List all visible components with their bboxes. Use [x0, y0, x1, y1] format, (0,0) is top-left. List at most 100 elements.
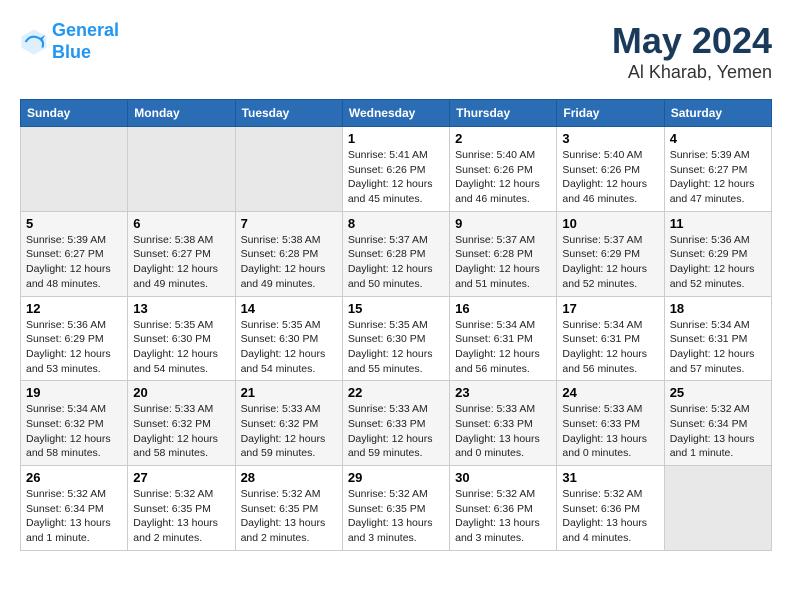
calendar-cell: 7 Sunrise: 5:38 AM Sunset: 6:28 PM Daylig…: [235, 211, 342, 296]
day-info: Sunrise: 5:34 AM Sunset: 6:32 PM Dayligh…: [26, 402, 122, 461]
calendar-cell: 23 Sunrise: 5:33 AM Sunset: 6:33 PM Dayli…: [450, 381, 557, 466]
day-number: 23: [455, 385, 551, 400]
calendar-table: SundayMondayTuesdayWednesdayThursdayFrid…: [20, 99, 772, 551]
day-number: 27: [133, 470, 229, 485]
day-info: Sunrise: 5:35 AM Sunset: 6:30 PM Dayligh…: [241, 318, 337, 377]
calendar-cell: 30Sunrise: 5:32 AM Sunset: 6:36 PM Dayli…: [450, 466, 557, 551]
day-info: Sunrise: 5:35 AM Sunset: 6:30 PM Dayligh…: [133, 318, 229, 377]
day-info: Sunrise: 5:35 AM Sunset: 6:30 PM Dayligh…: [348, 318, 444, 377]
day-info: Sunrise: 5:36 AM Sunset: 6:29 PM Dayligh…: [26, 318, 122, 377]
day-info: Sunrise: 5:33 AM Sunset: 6:33 PM Dayligh…: [348, 402, 444, 461]
calendar-cell: 31 Sunrise: 5:32 AM Sunset: 6:36 PM Dayli…: [557, 466, 664, 551]
calendar-cell: 12 Sunrise: 5:36 AM Sunset: 6:29 PM Dayli…: [21, 296, 128, 381]
day-info: Sunrise: 5:36 AM Sunset: 6:29 PM Dayligh…: [670, 233, 766, 292]
logo-text: General Blue: [52, 20, 119, 63]
weekday-header: Tuesday: [235, 100, 342, 127]
day-number: 2: [455, 131, 551, 146]
day-number: 7: [241, 216, 337, 231]
day-number: 18: [670, 301, 766, 316]
day-number: 31: [562, 470, 658, 485]
logo-icon: [20, 28, 48, 56]
calendar-week-row: 5 Sunrise: 5:39 AM Sunset: 6:27 PM Daylig…: [21, 211, 772, 296]
calendar-week-row: 19Sunrise: 5:34 AM Sunset: 6:32 PM Dayli…: [21, 381, 772, 466]
day-number: 1: [348, 131, 444, 146]
day-info: Sunrise: 5:37 AM Sunset: 6:28 PM Dayligh…: [455, 233, 551, 292]
day-number: 30: [455, 470, 551, 485]
day-number: 13: [133, 301, 229, 316]
calendar-cell: 2 Sunrise: 5:40 AM Sunset: 6:26 PM Daylig…: [450, 127, 557, 212]
day-number: 20: [133, 385, 229, 400]
day-info: Sunrise: 5:32 AM Sunset: 6:36 PM Dayligh…: [562, 487, 658, 546]
day-number: 3: [562, 131, 658, 146]
calendar-cell: 9 Sunrise: 5:37 AM Sunset: 6:28 PM Daylig…: [450, 211, 557, 296]
day-number: 29: [348, 470, 444, 485]
day-info: Sunrise: 5:33 AM Sunset: 6:32 PM Dayligh…: [241, 402, 337, 461]
calendar-cell: 10 Sunrise: 5:37 AM Sunset: 6:29 PM Dayli…: [557, 211, 664, 296]
day-number: 5: [26, 216, 122, 231]
weekday-header: Monday: [128, 100, 235, 127]
day-number: 6: [133, 216, 229, 231]
calendar-week-row: 12 Sunrise: 5:36 AM Sunset: 6:29 PM Dayli…: [21, 296, 772, 381]
day-number: 14: [241, 301, 337, 316]
calendar-week-row: 26 Sunrise: 5:32 AM Sunset: 6:34 PM Dayli…: [21, 466, 772, 551]
day-info: Sunrise: 5:33 AM Sunset: 6:32 PM Dayligh…: [133, 402, 229, 461]
calendar-cell: [664, 466, 771, 551]
day-number: 15: [348, 301, 444, 316]
day-info: Sunrise: 5:40 AM Sunset: 6:26 PM Dayligh…: [562, 148, 658, 207]
calendar-cell: 21Sunrise: 5:33 AM Sunset: 6:32 PM Dayli…: [235, 381, 342, 466]
day-info: Sunrise: 5:39 AM Sunset: 6:27 PM Dayligh…: [26, 233, 122, 292]
calendar-cell: 25 Sunrise: 5:32 AM Sunset: 6:34 PM Dayli…: [664, 381, 771, 466]
weekday-header: Wednesday: [342, 100, 449, 127]
day-info: Sunrise: 5:32 AM Sunset: 6:35 PM Dayligh…: [241, 487, 337, 546]
day-info: Sunrise: 5:37 AM Sunset: 6:28 PM Dayligh…: [348, 233, 444, 292]
weekday-header: Saturday: [664, 100, 771, 127]
day-number: 22: [348, 385, 444, 400]
day-info: Sunrise: 5:38 AM Sunset: 6:27 PM Dayligh…: [133, 233, 229, 292]
weekday-header: Thursday: [450, 100, 557, 127]
day-number: 11: [670, 216, 766, 231]
calendar-cell: [235, 127, 342, 212]
day-info: Sunrise: 5:32 AM Sunset: 6:35 PM Dayligh…: [133, 487, 229, 546]
day-info: Sunrise: 5:33 AM Sunset: 6:33 PM Dayligh…: [562, 402, 658, 461]
day-info: Sunrise: 5:33 AM Sunset: 6:33 PM Dayligh…: [455, 402, 551, 461]
page-header: General Blue May 2024 Al Kharab, Yemen: [20, 20, 772, 83]
day-info: Sunrise: 5:34 AM Sunset: 6:31 PM Dayligh…: [455, 318, 551, 377]
day-info: Sunrise: 5:34 AM Sunset: 6:31 PM Dayligh…: [670, 318, 766, 377]
weekday-header-row: SundayMondayTuesdayWednesdayThursdayFrid…: [21, 100, 772, 127]
calendar-cell: 18 Sunrise: 5:34 AM Sunset: 6:31 PM Dayli…: [664, 296, 771, 381]
day-info: Sunrise: 5:34 AM Sunset: 6:31 PM Dayligh…: [562, 318, 658, 377]
day-info: Sunrise: 5:37 AM Sunset: 6:29 PM Dayligh…: [562, 233, 658, 292]
calendar-cell: 6 Sunrise: 5:38 AM Sunset: 6:27 PM Daylig…: [128, 211, 235, 296]
day-number: 24: [562, 385, 658, 400]
day-number: 12: [26, 301, 122, 316]
day-info: Sunrise: 5:38 AM Sunset: 6:28 PM Dayligh…: [241, 233, 337, 292]
calendar-cell: 20 Sunrise: 5:33 AM Sunset: 6:32 PM Dayli…: [128, 381, 235, 466]
calendar-week-row: 1Sunrise: 5:41 AM Sunset: 6:26 PM Daylig…: [21, 127, 772, 212]
day-number: 16: [455, 301, 551, 316]
title-block: May 2024 Al Kharab, Yemen: [612, 20, 772, 83]
calendar-cell: 5 Sunrise: 5:39 AM Sunset: 6:27 PM Daylig…: [21, 211, 128, 296]
day-number: 17: [562, 301, 658, 316]
day-info: Sunrise: 5:40 AM Sunset: 6:26 PM Dayligh…: [455, 148, 551, 207]
day-info: Sunrise: 5:39 AM Sunset: 6:27 PM Dayligh…: [670, 148, 766, 207]
logo: General Blue: [20, 20, 119, 63]
calendar-cell: [128, 127, 235, 212]
calendar-cell: 1Sunrise: 5:41 AM Sunset: 6:26 PM Daylig…: [342, 127, 449, 212]
calendar-cell: 11 Sunrise: 5:36 AM Sunset: 6:29 PM Dayli…: [664, 211, 771, 296]
calendar-cell: 13 Sunrise: 5:35 AM Sunset: 6:30 PM Dayli…: [128, 296, 235, 381]
day-number: 26: [26, 470, 122, 485]
calendar-cell: 22 Sunrise: 5:33 AM Sunset: 6:33 PM Dayli…: [342, 381, 449, 466]
calendar-cell: 17 Sunrise: 5:34 AM Sunset: 6:31 PM Dayli…: [557, 296, 664, 381]
day-number: 10: [562, 216, 658, 231]
calendar-cell: 27 Sunrise: 5:32 AM Sunset: 6:35 PM Dayli…: [128, 466, 235, 551]
day-number: 25: [670, 385, 766, 400]
calendar-cell: 24 Sunrise: 5:33 AM Sunset: 6:33 PM Dayli…: [557, 381, 664, 466]
day-info: Sunrise: 5:32 AM Sunset: 6:34 PM Dayligh…: [670, 402, 766, 461]
calendar-cell: 16 Sunrise: 5:34 AM Sunset: 6:31 PM Dayli…: [450, 296, 557, 381]
calendar-cell: [21, 127, 128, 212]
day-number: 9: [455, 216, 551, 231]
calendar-title: May 2024: [612, 20, 772, 62]
day-info: Sunrise: 5:32 AM Sunset: 6:35 PM Dayligh…: [348, 487, 444, 546]
day-info: Sunrise: 5:32 AM Sunset: 6:34 PM Dayligh…: [26, 487, 122, 546]
calendar-cell: 28Sunrise: 5:32 AM Sunset: 6:35 PM Dayli…: [235, 466, 342, 551]
